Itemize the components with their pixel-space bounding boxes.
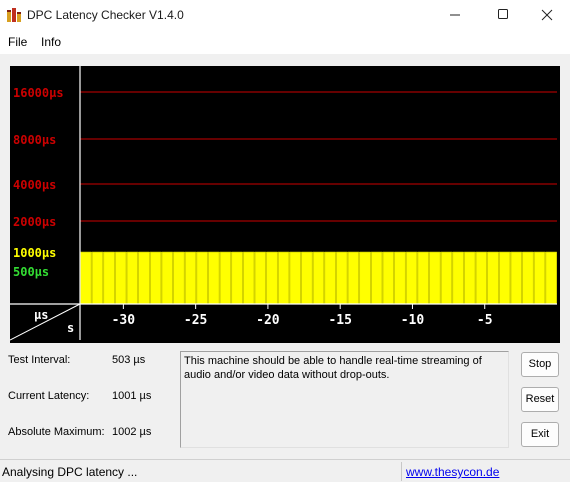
title-bar: DPC Latency Checker V1.4.0 — [0, 0, 570, 30]
latency-bar — [277, 251, 290, 305]
y-tick-label: 16000µs — [13, 86, 64, 100]
latency-bar — [231, 251, 243, 305]
close-icon[interactable] — [524, 0, 570, 30]
x-tick-label: -10 — [401, 313, 425, 328]
menu-info[interactable]: Info — [41, 35, 61, 49]
absolute-maximum-value: 1002 µs — [112, 426, 152, 438]
reset-button[interactable]: Reset — [521, 387, 559, 412]
latency-bar — [359, 251, 371, 305]
minimize-icon[interactable] — [432, 0, 478, 30]
latency-bar — [138, 251, 150, 305]
x-tick-label: -20 — [256, 313, 280, 328]
y-tick-label: 1000µs — [13, 246, 56, 260]
x-tick-label: -25 — [184, 313, 207, 328]
current-latency-value: 1001 µs — [112, 390, 152, 402]
latency-bar — [173, 251, 185, 305]
latency-bar — [324, 251, 336, 305]
latency-bar — [150, 251, 162, 305]
latency-bar — [301, 251, 313, 305]
website-link[interactable]: www.thesycon.de — [406, 465, 499, 479]
y-tick-label: 500µs — [13, 265, 49, 279]
x-tick-label: -15 — [328, 313, 351, 328]
latency-bar — [452, 251, 464, 305]
latency-bar — [510, 251, 522, 305]
maximize-icon[interactable] — [479, 0, 525, 30]
latency-bar — [80, 251, 92, 305]
latency-bar — [115, 251, 127, 305]
menu-bar: File Info — [0, 30, 570, 54]
latency-bar — [161, 251, 173, 305]
latency-bar — [266, 251, 278, 305]
current-latency-label: Current Latency: — [8, 390, 90, 402]
exit-button[interactable]: Exit — [521, 422, 559, 447]
test-interval-value: 503 µs — [112, 354, 146, 366]
latency-bar — [312, 251, 325, 305]
latency-bar — [487, 251, 499, 305]
x-tick-label: -5 — [477, 313, 493, 328]
latency-bar — [208, 251, 220, 305]
latency-bar — [347, 251, 360, 305]
latency-bar — [336, 251, 348, 305]
y-tick-label: 2000µs — [13, 215, 56, 229]
latency-bar — [394, 251, 406, 305]
latency-bar — [126, 251, 138, 305]
latency-bar — [371, 251, 383, 305]
result-message: This machine should be able to handle re… — [180, 351, 509, 448]
latency-bar — [417, 251, 429, 305]
y-axis-unit-label: µs — [34, 308, 48, 322]
latency-bar — [499, 251, 511, 305]
latency-bar — [440, 251, 453, 305]
latency-bar — [382, 251, 394, 305]
absolute-maximum-label: Absolute Maximum: — [8, 426, 105, 438]
latency-bar — [103, 251, 115, 305]
latency-bar — [243, 251, 255, 305]
latency-bar — [533, 251, 546, 305]
latency-bar — [545, 251, 557, 305]
latency-chart: 16000µs 8000µs 4000µs 2000µs 1000µs 500µs -30 -… — [10, 66, 560, 343]
status-text: Analysing DPC latency ... — [2, 465, 138, 479]
stop-button[interactable]: Stop — [521, 352, 559, 377]
latency-bar — [522, 251, 534, 305]
y-tick-label: 4000µs — [13, 178, 56, 192]
x-axis-unit-label: s — [67, 321, 74, 335]
x-tick-label: -30 — [112, 313, 136, 328]
latency-bar — [91, 251, 104, 305]
latency-bar — [254, 251, 266, 305]
y-tick-label: 8000µs — [13, 133, 56, 147]
latency-bar — [405, 251, 418, 305]
test-interval-label: Test Interval: — [8, 354, 71, 366]
window-title: DPC Latency Checker V1.4.0 — [27, 8, 184, 22]
menu-file[interactable]: File — [8, 35, 27, 49]
latency-bar — [464, 251, 476, 305]
bar-chart-app-icon — [7, 8, 21, 22]
status-divider — [401, 462, 402, 481]
latency-bar — [219, 251, 232, 305]
latency-bar — [196, 251, 208, 305]
latency-bar — [289, 251, 301, 305]
latency-bar — [475, 251, 487, 305]
latency-bar — [184, 251, 197, 305]
status-bar: Analysing DPC latency ... www.thesycon.d… — [0, 459, 570, 482]
latency-bar — [429, 251, 441, 305]
